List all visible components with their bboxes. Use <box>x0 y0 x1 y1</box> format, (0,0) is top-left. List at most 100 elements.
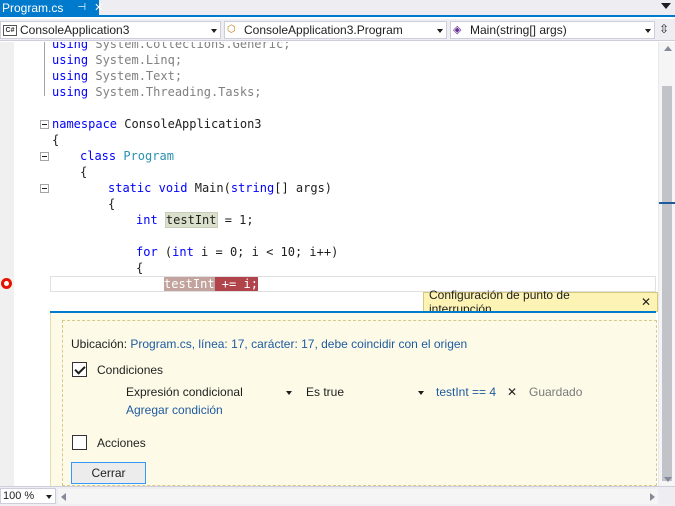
tab-title: Program.cs <box>2 0 64 15</box>
saved-status: Guardado <box>529 385 583 399</box>
code-text: System.Linq; <box>88 53 183 67</box>
pin-icon[interactable]: ⊣ <box>77 2 86 13</box>
code-text: ConsoleApplication3 <box>117 117 262 131</box>
code-text: { <box>80 165 88 179</box>
keyword: using <box>52 69 89 83</box>
type-dropdown[interactable]: ⬡ ConsoleApplication3.Program <box>224 21 447 39</box>
condition-expression-input[interactable]: testInt == 4 <box>436 385 496 399</box>
class-icon: ⬡ <box>227 24 236 35</box>
collapse-method-icon[interactable] <box>40 184 49 193</box>
keyword: using <box>52 85 89 99</box>
code-text: { <box>108 197 116 211</box>
editor-bottom-bar: 100 % <box>0 486 675 506</box>
keyword: string <box>230 181 275 195</box>
code-text: i = 0; i < 10; i++) <box>193 245 339 259</box>
location-label: Ubicación: <box>71 337 131 351</box>
chevron-down-icon[interactable] <box>286 391 292 395</box>
chevron-down-icon <box>46 495 52 499</box>
keyword: for <box>136 245 158 259</box>
collapse-namespace-icon[interactable] <box>40 120 49 129</box>
code-line: static void Main(string[] args) <box>108 180 332 196</box>
member-dropdown[interactable]: ◈ Main(string[] args) <box>450 21 655 39</box>
code-line: using System.Linq; <box>52 52 182 68</box>
keyword: namespace <box>52 117 118 131</box>
condition-type-select[interactable]: Expresión condicional <box>126 385 243 399</box>
breakpoint-line: testInt += i; <box>164 276 258 292</box>
code-line: int testInt = 1; <box>136 212 254 228</box>
scroll-down-icon[interactable] <box>664 477 672 482</box>
keyword: int <box>136 213 158 227</box>
tab-overflow-dropdown-icon[interactable] <box>661 3 671 9</box>
settings-container: Ubicación: Program.cs, línea: 17, caráct… <box>62 320 657 486</box>
collapse-class-icon[interactable] <box>40 152 49 161</box>
scroll-left-icon[interactable] <box>61 493 66 501</box>
code-text: = 1; <box>217 213 254 227</box>
project-dropdown[interactable]: C# ConsoleApplication3 <box>0 21 221 39</box>
code-text: Main( <box>187 181 231 195</box>
keyword: int <box>172 245 194 259</box>
outline-guide <box>44 42 45 96</box>
code-text: System.Text; <box>88 69 183 83</box>
code-text: [] args) <box>274 181 333 195</box>
type-name: Program <box>123 149 174 163</box>
code-text: ( <box>157 245 173 259</box>
document-tab-strip: Program.cs ⊣ ✕ <box>0 0 675 17</box>
method-icon: ◈ <box>453 24 462 36</box>
code-line: using System.Threading.Tasks; <box>52 84 262 100</box>
breakpoint-variable: testInt <box>164 277 215 291</box>
chevron-down-icon <box>645 29 651 33</box>
code-line: class Program <box>80 148 174 164</box>
scroll-up-icon[interactable] <box>664 46 672 51</box>
breakpoint-code: += i; <box>214 277 258 291</box>
type-dropdown-label: ConsoleApplication3.Program <box>244 23 403 37</box>
keyword: class <box>80 149 117 163</box>
location-row: Ubicación: Program.cs, línea: 17, caráct… <box>71 337 467 351</box>
code-text: { <box>136 261 144 275</box>
keyword: static <box>108 181 152 195</box>
scroll-right-icon[interactable] <box>650 493 655 501</box>
keyword: void <box>158 181 188 195</box>
indicator-margin[interactable] <box>0 42 14 486</box>
close-tab-icon[interactable]: ✕ <box>94 1 103 14</box>
code-line: { <box>52 132 59 148</box>
actions-checkbox[interactable] <box>72 435 87 450</box>
code-editor[interactable]: using System.Collections.Generic; using … <box>0 42 658 486</box>
close-button[interactable]: Cerrar <box>71 462 146 484</box>
chevron-down-icon[interactable] <box>418 391 424 395</box>
actions-label: Acciones <box>97 436 146 450</box>
condition-kind-select[interactable]: Es true <box>306 385 344 399</box>
csharp-project-icon: C# <box>3 24 17 36</box>
keyword: using <box>52 53 89 67</box>
location-link[interactable]: Program.cs, línea: 17, carácter: 17, deb… <box>130 337 467 351</box>
code-line: { <box>136 260 143 276</box>
zoom-value: 100 % <box>3 490 35 502</box>
caret-position-marker <box>659 202 675 204</box>
code-line: { <box>108 196 115 212</box>
code-line: { <box>80 164 87 180</box>
breakpoint-settings-header: Configuración de punto de interrupción ✕ <box>423 288 658 316</box>
code-line: using System.Collections.Generic; <box>52 42 290 52</box>
scrollbar-thumb[interactable] <box>662 86 672 481</box>
add-condition-link[interactable]: Agregar condición <box>126 403 223 417</box>
breakpoint-settings-icon[interactable] <box>1 278 12 289</box>
conditions-checkbox[interactable] <box>72 362 87 377</box>
chevron-down-icon <box>211 29 217 33</box>
conditions-label: Condiciones <box>97 363 164 377</box>
member-dropdown-label: Main(string[] args) <box>470 23 567 37</box>
close-icon[interactable]: ✕ <box>641 295 651 309</box>
code-line: for (int i = 0; i < 10; i++) <box>136 244 338 260</box>
breakpoint-settings-panel: Ubicación: Program.cs, línea: 17, caráct… <box>50 313 657 486</box>
zoom-select[interactable]: 100 % <box>0 488 56 504</box>
horizontal-scrollbar[interactable] <box>58 489 658 504</box>
project-dropdown-label: ConsoleApplication3 <box>20 23 130 37</box>
navigation-bar: C# ConsoleApplication3 ⬡ ConsoleApplicat… <box>0 19 675 41</box>
tab-program-cs[interactable]: Program.cs ⊣ ✕ <box>0 0 103 15</box>
remove-condition-icon[interactable]: ✕ <box>507 385 517 399</box>
chevron-down-icon <box>437 29 443 33</box>
vertical-scrollbar[interactable] <box>658 42 675 486</box>
highlighted-reference: testInt <box>164 212 218 228</box>
split-window-icon[interactable]: ⇳ <box>657 22 671 37</box>
keyword: using <box>52 42 89 51</box>
code-text: { <box>52 133 60 147</box>
code-text: System.Collections.Generic; <box>88 42 291 51</box>
